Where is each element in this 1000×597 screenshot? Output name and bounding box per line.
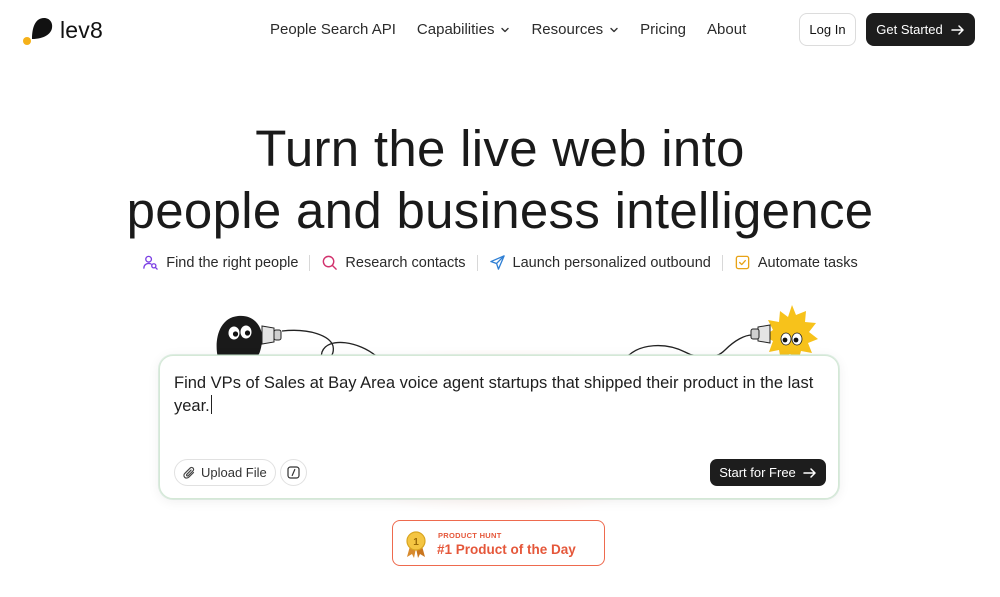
upload-file-button[interactable]: Upload File (174, 459, 276, 486)
dark-blob-mascot-icon (216, 315, 282, 358)
prompt-input[interactable]: Find VPs of Sales at Bay Area voice agen… (174, 372, 834, 418)
product-hunt-title: #1 Product of the Day (437, 542, 576, 557)
paperclip-icon (183, 466, 195, 479)
product-hunt-label: PRODUCT HUNT (438, 531, 502, 540)
slash-command-button[interactable] (280, 459, 307, 486)
medal-icon: 1 (406, 531, 426, 558)
start-for-free-button[interactable]: Start for Free (710, 459, 826, 486)
text-caret (210, 395, 212, 414)
upload-file-label: Upload File (201, 465, 267, 480)
start-for-free-label: Start for Free (719, 465, 796, 480)
cable-illustration (281, 329, 753, 362)
arrow-right-icon (803, 467, 816, 478)
prompt-text: Find VPs of Sales at Bay Area voice agen… (174, 374, 814, 415)
product-hunt-badge[interactable]: 1 PRODUCT HUNT #1 Product of the Day (392, 520, 605, 566)
medal-number: 1 (413, 537, 419, 548)
prompt-card: Find VPs of Sales at Bay Area voice agen… (159, 355, 839, 499)
slash-command-icon (287, 466, 300, 479)
